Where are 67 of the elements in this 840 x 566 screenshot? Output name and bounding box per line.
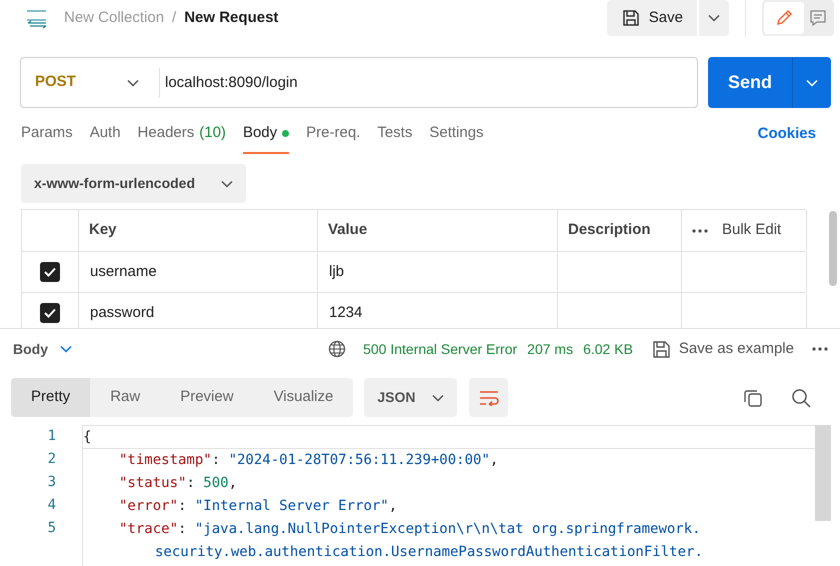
view-tab[interactable]: Preview xyxy=(160,378,254,417)
line-number: 1 xyxy=(48,427,56,446)
save-example-button[interactable]: Save as example xyxy=(652,338,794,360)
request-tab[interactable]: Body xyxy=(242,114,290,154)
request-tab[interactable]: Params xyxy=(21,114,73,154)
chevron-down-icon xyxy=(432,394,444,402)
copy-icon xyxy=(743,388,763,408)
request-tab[interactable]: Pre-req. xyxy=(306,114,360,154)
table-cell-text: password xyxy=(90,302,154,323)
cookies-link[interactable]: Cookies xyxy=(758,114,816,154)
bulk-edit-button[interactable]: Bulk Edit xyxy=(722,219,782,242)
url-field[interactable]: POST localhost:8090/login xyxy=(20,57,698,108)
view-tab[interactable]: Pretty xyxy=(11,378,90,417)
more-icon xyxy=(812,347,828,351)
search-icon xyxy=(791,388,811,408)
save-icon xyxy=(652,340,671,358)
table-cell-text: ljb xyxy=(329,262,344,282)
column-header: Description xyxy=(568,220,651,240)
chevron-down-icon xyxy=(60,345,72,353)
line-number: 3 xyxy=(48,473,56,492)
request-tab[interactable]: Auth xyxy=(90,114,121,154)
response-body-dropdown[interactable]: Body xyxy=(13,338,72,360)
request-tab[interactable]: Tests xyxy=(377,114,412,154)
breadcrumb-link[interactable]: New Collection xyxy=(64,7,164,30)
response-time: 207 ms xyxy=(527,340,574,358)
view-tab[interactable]: Visualize xyxy=(254,378,354,417)
edit-mode-button[interactable] xyxy=(764,2,804,34)
method-dropdown[interactable]: POST xyxy=(21,58,159,107)
code-line: "timestamp": "2024-01-28T07:56:11.239+00:00", xyxy=(118,451,500,470)
code-line: "trace": "java.lang.NullPointerException\r\n\tat org.springframework. xyxy=(118,520,702,539)
status-text: 500 Internal Server Error xyxy=(363,340,518,358)
comment-icon xyxy=(809,9,827,27)
check-icon xyxy=(44,308,56,318)
request-tab[interactable]: Settings xyxy=(429,114,484,154)
line-number: 2 xyxy=(48,450,56,469)
code-line: "status": 500, xyxy=(118,474,238,493)
request-tab[interactable]: Headers (10) xyxy=(138,114,226,154)
pencil-icon xyxy=(775,9,793,27)
chevron-down-icon xyxy=(708,14,720,22)
save-icon xyxy=(620,8,641,28)
chevron-down-icon xyxy=(221,180,233,188)
format-dropdown[interactable]: JSON xyxy=(364,378,458,417)
check-icon xyxy=(44,267,56,277)
save-options-button[interactable] xyxy=(699,0,729,36)
globe-icon xyxy=(328,340,346,358)
table-cell-text: 1234 xyxy=(329,302,362,323)
table-cell-text: username xyxy=(90,262,157,282)
request-title: New Request xyxy=(184,8,278,28)
wrap-lines-button[interactable] xyxy=(469,378,508,417)
body-type-dropdown[interactable]: x-www-form-urlencoded xyxy=(21,164,246,203)
response-size: 6.02 KB xyxy=(583,340,633,358)
chevron-down-icon xyxy=(127,78,139,86)
view-tab[interactable]: Raw xyxy=(90,378,160,417)
checkbox[interactable] xyxy=(40,303,60,323)
line-number: 4 xyxy=(48,496,56,515)
save-button[interactable]: Save xyxy=(606,0,697,36)
column-header: Key xyxy=(89,220,117,240)
line-number: 5 xyxy=(48,519,56,538)
breadcrumb-separator: / xyxy=(172,8,176,28)
chevron-down-icon xyxy=(806,78,818,86)
checkbox[interactable] xyxy=(40,262,60,282)
wrap-lines-icon xyxy=(478,390,499,406)
code-line: security.web.authentication.UsernamePasswordAuthenticationFilter. xyxy=(154,543,704,562)
code-line: "error": "Internal Server Error", xyxy=(118,497,398,516)
column-header: Value xyxy=(328,220,368,240)
more-icon xyxy=(692,228,708,232)
send-button[interactable]: Send xyxy=(708,57,792,108)
